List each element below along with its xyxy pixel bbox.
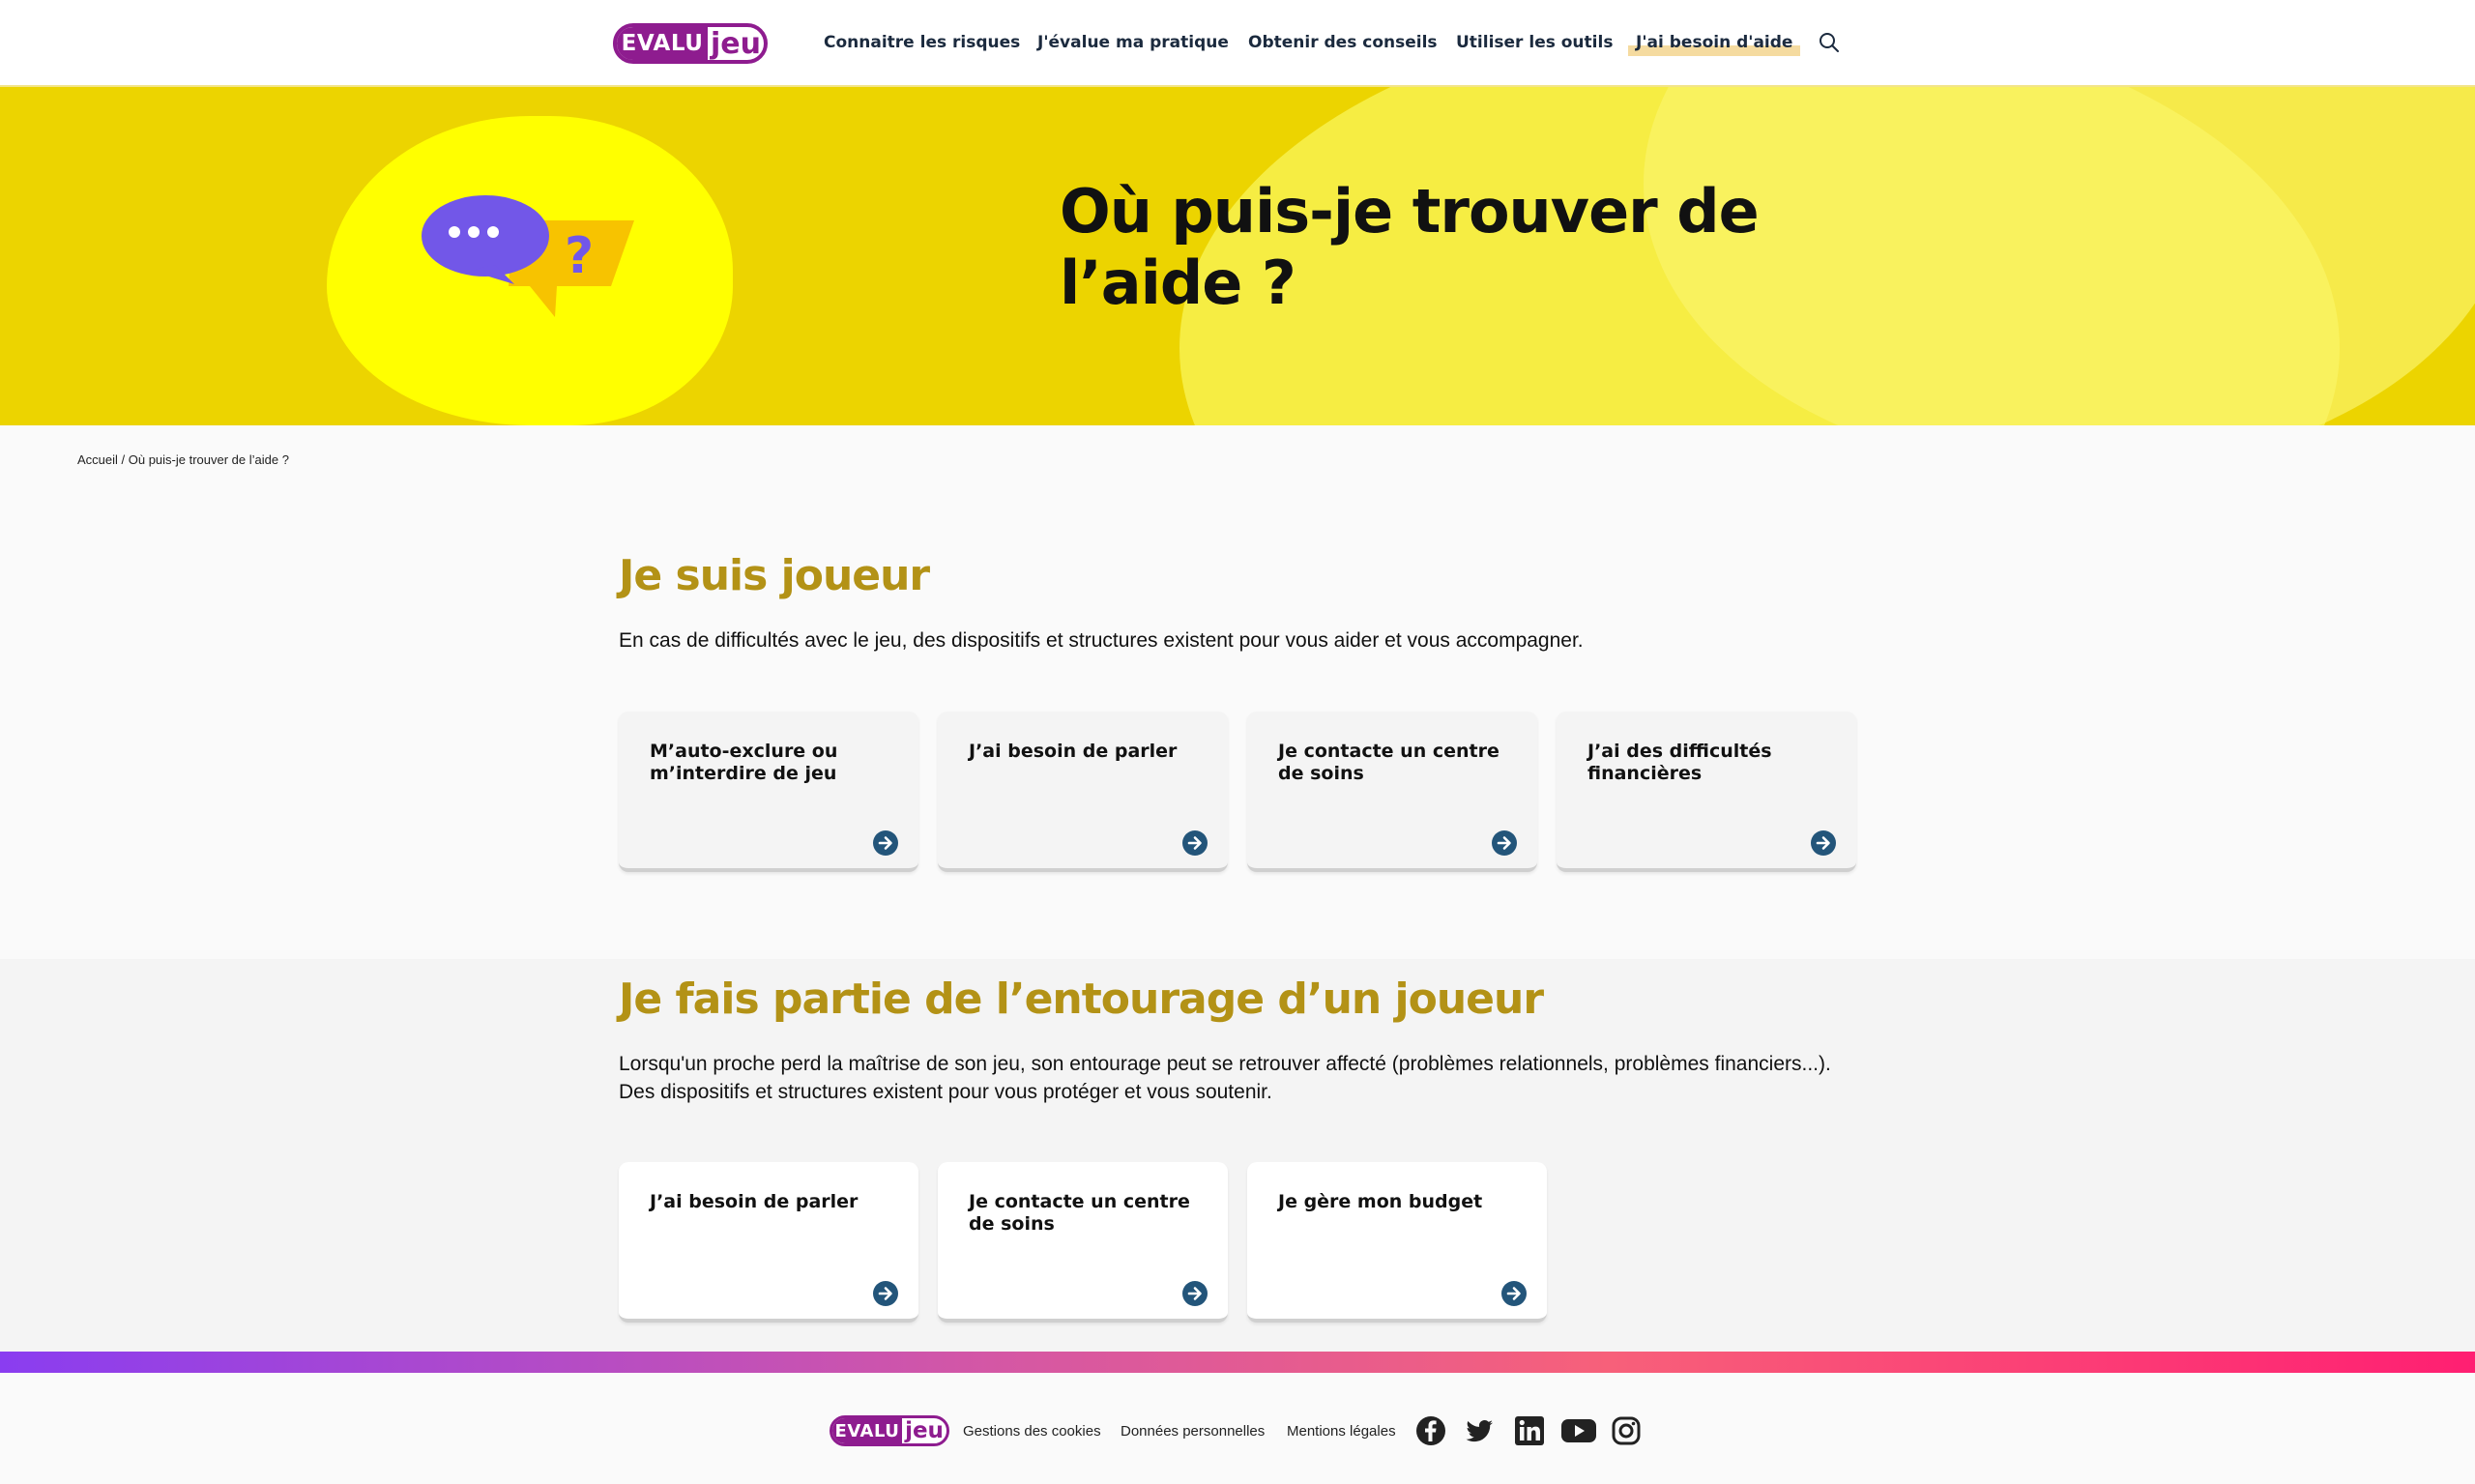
breadcrumb: Accueil / Où puis-je trouver de l’aide ?	[77, 452, 289, 467]
arrow-right-circle-icon	[1182, 830, 1208, 856]
arrow-right-circle-icon	[873, 830, 898, 856]
nav-j-evalue-ma-pratique[interactable]: J'évalue ma pratique	[1030, 29, 1237, 56]
arrow-right-circle-icon	[1182, 1281, 1208, 1306]
logo-evalu-text: EVALU	[617, 27, 708, 60]
arrow-right-circle-icon	[1811, 830, 1836, 856]
card-auto-exclure[interactable]: M’auto-exclure ou m’interdire de jeu	[619, 712, 918, 872]
search-icon[interactable]	[1818, 31, 1841, 54]
site-header: EVALU jeu Connaitre les risques J'évalue…	[0, 0, 2475, 87]
section-title-joueur: Je suis joueur	[619, 551, 930, 600]
card-title: J’ai besoin de parler	[650, 1191, 859, 1212]
footer-link-mentions-legales[interactable]: Mentions légales	[1287, 1423, 1396, 1440]
card-besoin-de-parler[interactable]: J’ai besoin de parler	[938, 712, 1228, 872]
footer-link-donnees-personnelles[interactable]: Données personnelles	[1121, 1423, 1265, 1440]
twitter-icon[interactable]	[1464, 1415, 1495, 1446]
arrow-right-circle-icon	[873, 1281, 898, 1306]
card-title: Je gère mon budget	[1278, 1191, 1483, 1212]
instagram-icon[interactable]	[1611, 1415, 1642, 1446]
card-entourage-budget[interactable]: Je gère mon budget	[1247, 1162, 1547, 1323]
nav-utiliser-les-outils[interactable]: Utiliser les outils	[1448, 29, 1620, 56]
evalujeu-logo-footer[interactable]: EVALU jeu	[830, 1415, 949, 1446]
card-entourage-besoin-de-parler[interactable]: J’ai besoin de parler	[619, 1162, 918, 1323]
nav-j-ai-besoin-d-aide[interactable]: J'ai besoin d'aide	[1628, 29, 1801, 56]
hero-banner: ? Où puis-je trouver de l’aide ?	[0, 87, 2475, 425]
section-desc-entourage: Lorsqu'un proche perd la maîtrise de son…	[619, 1053, 1831, 1103]
speech-bubbles-question-icon: ?	[422, 195, 634, 317]
section-desc-joueur: En cas de difficultés avec le jeu, des d…	[619, 629, 1584, 652]
arrow-right-circle-icon	[1492, 830, 1517, 856]
nav-connaitre-les-risques[interactable]: Connaitre les risques	[816, 29, 1028, 56]
youtube-icon[interactable]	[1560, 1415, 1597, 1446]
card-difficultes-financieres[interactable]: J’ai des difficultés financières	[1557, 712, 1856, 872]
logo-jeu-text: jeu	[711, 26, 761, 61]
svg-text:?: ?	[565, 227, 594, 285]
facebook-icon[interactable]	[1415, 1415, 1446, 1446]
card-title: Je contacte un centre de soins	[1278, 741, 1500, 784]
footer-gradient-bar	[0, 1352, 2475, 1373]
site-footer: EVALU jeu Gestions des cookies Données p…	[0, 1373, 2475, 1484]
section-title-entourage: Je fais partie de l’entourage d’un joueu…	[619, 975, 1544, 1024]
logo-evalu-text: EVALU	[832, 1418, 902, 1443]
card-title: Je contacte un centre de soins	[969, 1191, 1190, 1235]
card-title: J’ai des difficultés financières	[1587, 741, 1772, 784]
logo-jeu-text: jeu	[905, 1418, 944, 1443]
evalujeu-logo[interactable]: EVALU jeu	[613, 23, 768, 64]
card-centre-de-soins[interactable]: Je contacte un centre de soins	[1247, 712, 1537, 872]
card-title: M’auto-exclure ou m’interdire de jeu	[650, 741, 838, 784]
footer-link-cookies[interactable]: Gestions des cookies	[963, 1423, 1101, 1440]
card-entourage-centre-de-soins[interactable]: Je contacte un centre de soins	[938, 1162, 1228, 1323]
linkedin-icon[interactable]	[1514, 1415, 1545, 1446]
card-title: J’ai besoin de parler	[969, 741, 1178, 762]
arrow-right-circle-icon	[1501, 1281, 1527, 1306]
page-title: Où puis-je trouver de l’aide ?	[1060, 176, 1760, 318]
nav-obtenir-des-conseils[interactable]: Obtenir des conseils	[1240, 29, 1445, 56]
